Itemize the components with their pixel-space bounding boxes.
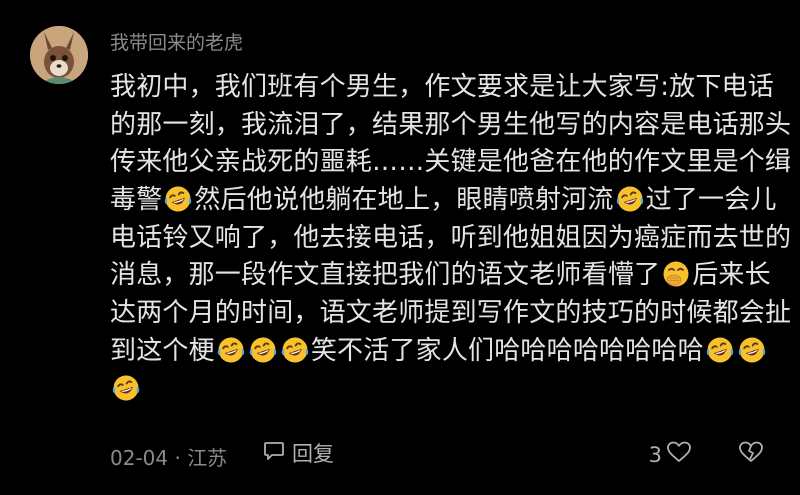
- like-button[interactable]: 3: [649, 440, 692, 469]
- comment-line: 达两个月的时间，语文老师提到写作文的技巧的时候都会扯: [110, 295, 792, 333]
- reply-label: 回复: [292, 442, 334, 466]
- crying-laughing-emoji-icon: [280, 335, 310, 365]
- comment-line: 消息，那一段作文直接把我们的语文老师看懵了 后来长: [110, 257, 790, 295]
- comment-text-segment: 毒警: [110, 185, 163, 216]
- broken-heart-icon: [738, 441, 764, 469]
- crying-laughing-emoji-icon: [216, 335, 246, 365]
- comment-line: 我初中，我们班有个男生，作文要求是让大家写:放下电话: [110, 69, 790, 107]
- avatar[interactable]: [30, 26, 88, 84]
- crying-laughing-emoji-icon: [615, 184, 645, 214]
- speech-bubble-icon: [262, 439, 286, 468]
- comment-text-segment: 然后他说他躺在地上，眼睛喷射河流: [194, 185, 614, 216]
- comment-text-segment: 达两个月的时间，语文老师提到写作文的技巧的时候都会扯: [110, 298, 792, 329]
- like-count: 3: [648, 442, 662, 467]
- crying-laughing-emoji-icon: [111, 373, 141, 403]
- comment-text: 我初中，我们班有个男生，作文要求是让大家写:放下电话 的那一刻，我流泪了，结果那个…: [110, 69, 792, 409]
- comment-line: 毒警 然后他说他躺在地上，眼睛喷射河流 过了一会儿: [110, 182, 790, 220]
- comment-line: 传来他父亲战死的噩耗……关键是他爸在他的作文里是个缉: [110, 144, 792, 182]
- reply-button[interactable]: 回复: [262, 438, 334, 468]
- comment-text-segment: 我初中，我们班有个男生，作文要求是让大家写:放下电话: [110, 72, 774, 102]
- username[interactable]: 我带回来的老虎: [110, 28, 243, 55]
- comment-text-segment: 笑不活了家人们哈哈哈哈哈哈哈哈: [310, 335, 704, 366]
- comment-text-segment: 传来他父亲战死的噩耗……关键是他爸在他的作文里是个缉: [110, 147, 792, 178]
- comment-footer: 02-04 · 江苏 回复 3: [110, 436, 770, 472]
- comment-text-segment: 到这个梗: [110, 335, 215, 366]
- date-location: 02-04 · 江苏: [110, 446, 228, 470]
- comment-line: [110, 371, 790, 409]
- comment-text-segment: 过了一会儿: [645, 185, 777, 216]
- comment-text-segment: 的那一刻，我流泪了，结果那个男生他写的内容是电话那头: [110, 109, 792, 140]
- heart-outline-icon: [666, 440, 692, 469]
- crying-laughing-emoji-icon: [705, 335, 735, 365]
- crying-laughing-emoji-icon: [163, 184, 193, 214]
- crying-laughing-emoji-icon: [737, 335, 767, 365]
- comment-line: 的那一刻，我流泪了，结果那个男生他写的内容是电话那头: [110, 107, 792, 145]
- crying-laughing-emoji-icon: [248, 335, 278, 365]
- comment-text-segment: 后来长: [692, 260, 771, 291]
- comment-text-segment: 消息，那一段作文直接把我们的语文老师看懵了: [110, 260, 661, 291]
- comment-text-segment: 电话铃又响了，他去接电话，听到他姐姐因为癌症而去世的: [110, 222, 792, 253]
- laughing-covering-mouth-emoji-icon: [661, 259, 691, 289]
- comment-line: 到这个梗 笑不活了家人们哈哈哈哈哈哈哈哈: [110, 333, 790, 371]
- dislike-button[interactable]: [738, 440, 764, 469]
- comment-line: 电话铃又响了，他去接电话，听到他姐姐因为癌症而去世的: [110, 220, 792, 258]
